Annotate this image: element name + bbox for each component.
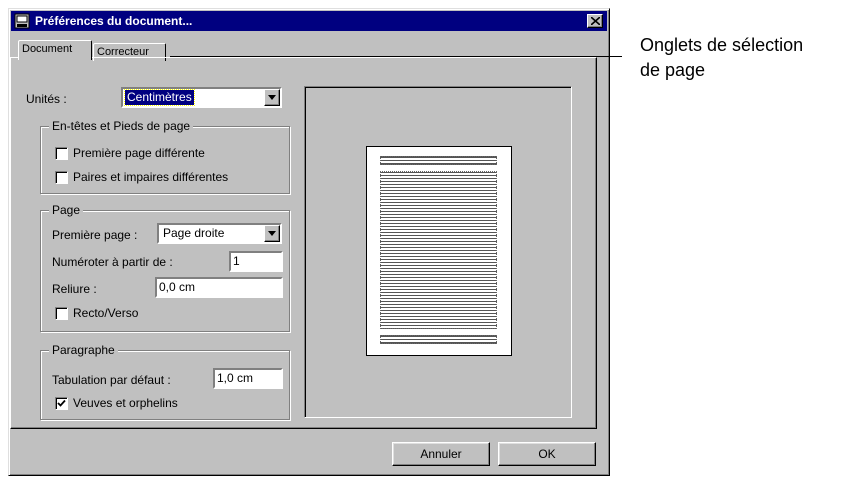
- page-legend: Page: [49, 203, 84, 217]
- tab-selection-callout: Onglets de sélection de page: [640, 33, 803, 83]
- widows-orphans-label: Veuves et orphelins: [73, 396, 178, 410]
- chevron-down-icon: [268, 231, 276, 236]
- title-bar[interactable]: Préférences du document...: [11, 11, 607, 31]
- odd-even-different-checkbox[interactable]: [55, 171, 68, 184]
- default-tab-input[interactable]: 1,0 cm: [213, 368, 283, 389]
- callout-line: [170, 56, 622, 57]
- tab-document-label: Document: [22, 43, 73, 55]
- preview-body-lines: [380, 171, 497, 329]
- first-page-value: Page droite: [163, 226, 225, 240]
- close-button[interactable]: [587, 14, 603, 28]
- units-select[interactable]: Centimètres: [121, 87, 282, 108]
- units-label: Unités :: [26, 92, 67, 106]
- close-icon: [591, 17, 600, 25]
- number-from-input[interactable]: 1: [229, 251, 283, 272]
- document-app-icon: [14, 13, 30, 29]
- headers-footers-legend: En-têtes et Pieds de page: [49, 119, 194, 133]
- dropdown-arrow-button[interactable]: [264, 89, 280, 106]
- recto-verso-checkbox[interactable]: [55, 307, 68, 320]
- preview-header-lines: [380, 156, 497, 165]
- widows-orphans-checkbox[interactable]: [55, 397, 68, 410]
- ok-button[interactable]: OK: [498, 442, 596, 466]
- number-from-label: Numéroter à partir de :: [52, 255, 173, 269]
- units-value: Centimètres: [124, 89, 195, 106]
- preview-footer-lines: [380, 335, 497, 344]
- cancel-button[interactable]: Annuler: [392, 442, 490, 466]
- binding-label: Reliure :: [52, 282, 97, 296]
- window-title: Préférences du document...: [35, 14, 193, 28]
- first-page-label: Première page :: [52, 228, 138, 242]
- checkmark-icon: [57, 399, 66, 407]
- dropdown-arrow-button[interactable]: [264, 225, 280, 242]
- default-tab-label: Tabulation par défaut :: [52, 373, 171, 387]
- chevron-down-icon: [268, 95, 276, 100]
- first-page-select[interactable]: Page droite: [157, 223, 282, 244]
- callout-line-1: Onglets de sélection: [640, 35, 804, 55]
- paragraph-legend: Paragraphe: [49, 343, 118, 357]
- odd-even-different-label: Paires et impaires différentes: [73, 170, 229, 184]
- first-page-different-checkbox[interactable]: [55, 147, 68, 160]
- binding-input[interactable]: 0,0 cm: [155, 277, 283, 298]
- recto-verso-label: Recto/Verso: [73, 306, 139, 320]
- tab-document[interactable]: Document: [18, 40, 92, 60]
- first-page-different-label: Première page différente: [73, 146, 205, 160]
- callout-line-2: de page: [640, 60, 706, 80]
- preview-page: [366, 146, 512, 356]
